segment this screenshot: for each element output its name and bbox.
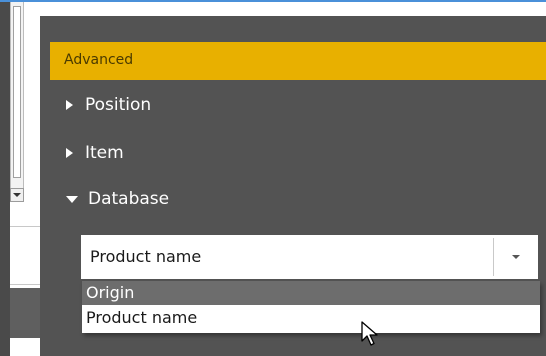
chevron-down-icon[interactable] <box>494 235 538 279</box>
left-row-divider <box>10 284 40 285</box>
advanced-header[interactable]: Advanced <box>50 42 546 80</box>
database-field-combobox[interactable]: Product name <box>81 235 538 279</box>
top-accent-line <box>0 0 546 2</box>
dropdown-option-product-name[interactable]: Product name <box>82 306 540 330</box>
section-item[interactable]: Item <box>66 139 124 167</box>
left-panel-edge <box>0 2 10 356</box>
expand-arrow-icon <box>66 148 73 158</box>
mouse-cursor-icon <box>361 321 378 346</box>
advanced-header-label: Advanced <box>64 52 134 68</box>
left-selected-row <box>10 288 40 338</box>
section-database-label: Database <box>88 189 170 209</box>
left-row-divider <box>10 226 40 227</box>
section-database[interactable]: Database <box>66 185 169 213</box>
section-position-label: Position <box>85 95 152 115</box>
combobox-value: Product name <box>90 247 202 266</box>
combobox-dropdown-list: Origin Product name <box>82 281 540 333</box>
collapse-arrow-icon <box>66 195 78 203</box>
dropdown-option-origin[interactable]: Origin <box>82 281 540 305</box>
left-scrollbar[interactable] <box>10 2 24 192</box>
section-position[interactable]: Position <box>66 91 151 119</box>
expand-arrow-icon <box>66 100 73 110</box>
section-item-label: Item <box>85 143 124 163</box>
scroll-down-arrow-icon[interactable] <box>10 188 24 202</box>
left-scrollbar-thumb[interactable] <box>13 6 21 178</box>
